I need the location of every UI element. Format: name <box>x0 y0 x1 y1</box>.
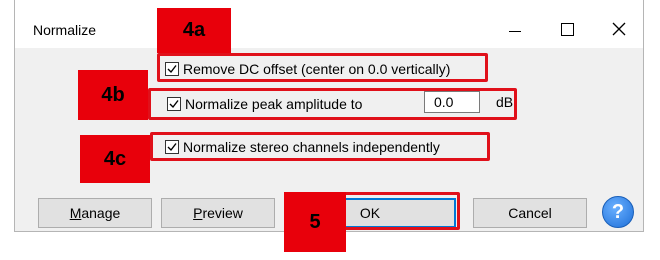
preview-button[interactable]: Preview <box>161 198 275 228</box>
close-button[interactable] <box>599 14 639 44</box>
highlight-remove-dc <box>157 53 488 82</box>
window-title: Normalize <box>33 22 97 38</box>
badge-step-5: 5 <box>284 192 346 252</box>
maximize-button[interactable] <box>547 14 587 44</box>
minimize-icon <box>509 30 521 32</box>
help-icon: ? <box>611 200 625 223</box>
help-button[interactable]: ? <box>602 196 634 228</box>
manage-button[interactable]: Manage <box>38 198 152 228</box>
preview-button-label: Preview <box>193 205 243 221</box>
manage-button-label: Manage <box>69 205 121 221</box>
badge-step-4b: 4b <box>78 70 148 120</box>
badge-step-4c: 4c <box>80 135 150 183</box>
title-bar: Normalize <box>15 0 643 48</box>
badge-step-4a: 4a <box>157 8 231 53</box>
maximize-icon <box>560 22 574 36</box>
cancel-button[interactable]: Cancel <box>473 198 587 228</box>
close-icon <box>612 22 626 36</box>
highlight-stereo <box>150 132 490 161</box>
minimize-button[interactable] <box>495 14 535 44</box>
highlight-normalize-peak <box>148 88 517 120</box>
cancel-button-label: Cancel <box>508 205 552 221</box>
